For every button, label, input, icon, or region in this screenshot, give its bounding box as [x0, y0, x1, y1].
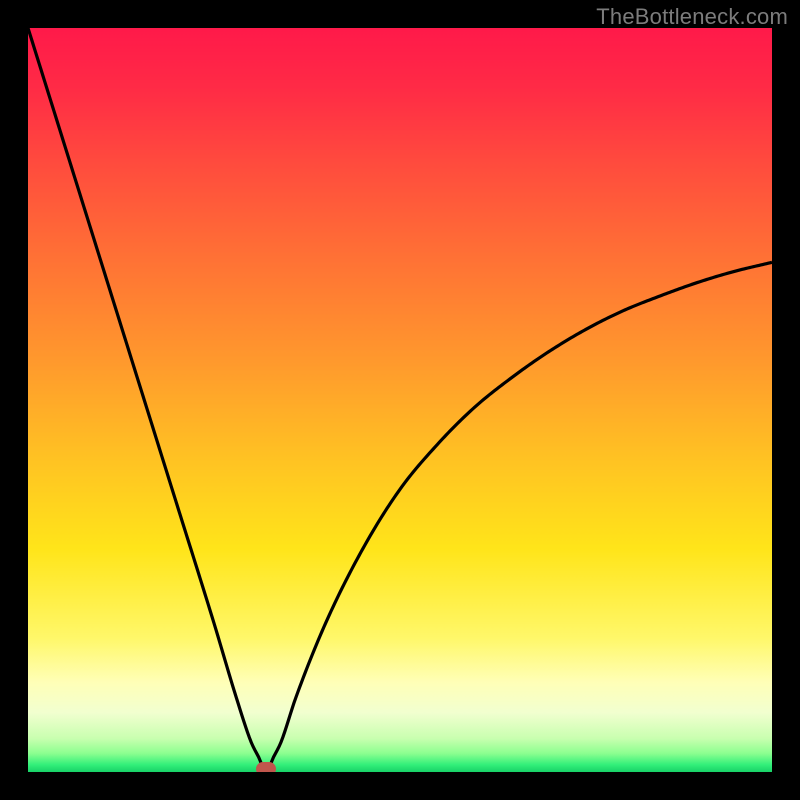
- bottleneck-curve: [28, 28, 772, 772]
- minimum-marker: [256, 762, 276, 772]
- attribution-text: TheBottleneck.com: [596, 4, 788, 30]
- plot-area: [28, 28, 772, 772]
- curve-path: [28, 28, 772, 772]
- chart-frame: TheBottleneck.com: [0, 0, 800, 800]
